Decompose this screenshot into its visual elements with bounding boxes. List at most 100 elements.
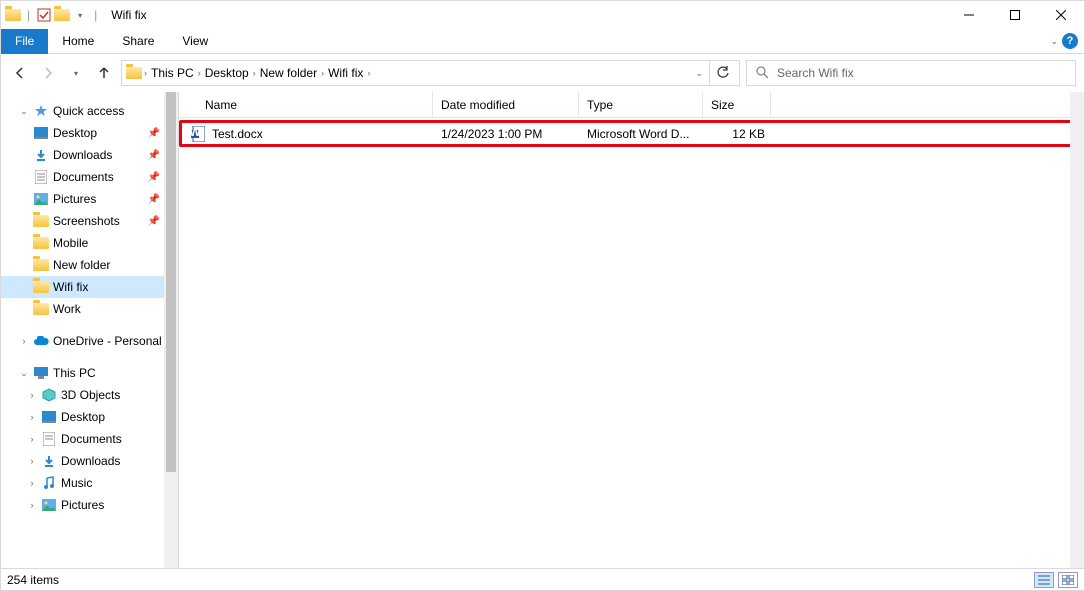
refresh-button[interactable] [709, 61, 735, 85]
tree-label: Documents [53, 170, 114, 184]
breadcrumb-new-folder[interactable]: New folder [258, 66, 319, 80]
up-button[interactable] [93, 62, 115, 84]
tree-label: Quick access [53, 104, 124, 118]
tab-share[interactable]: Share [108, 29, 168, 54]
breadcrumb-this-pc[interactable]: This PC [149, 66, 196, 80]
thumbnails-view-button[interactable] [1058, 572, 1078, 588]
tree-screenshots[interactable]: Screenshots 📌 [1, 210, 178, 232]
chevron-down-icon[interactable]: ⌄ [1050, 36, 1058, 47]
expand-icon[interactable]: › [27, 390, 37, 400]
maximize-button[interactable] [992, 1, 1038, 29]
tree-new-folder[interactable]: New folder [1, 254, 178, 276]
documents-icon [41, 431, 57, 447]
forward-button[interactable] [37, 62, 59, 84]
expand-icon[interactable]: › [27, 434, 37, 444]
column-date[interactable]: Date modified [433, 92, 579, 117]
svg-text:W: W [191, 126, 201, 139]
chevron-right-icon[interactable]: › [367, 68, 370, 78]
folder-icon [5, 7, 21, 23]
navigation-bar: ▾ › This PC › Desktop › New folder › Wif… [1, 54, 1084, 92]
tree-onedrive[interactable]: › OneDrive - Personal [1, 330, 178, 352]
tree-downloads-pc[interactable]: › Downloads [1, 450, 178, 472]
folder-icon [33, 279, 49, 295]
tree-wifi-fix[interactable]: Wifi fix [1, 276, 178, 298]
search-input[interactable]: Search Wifi fix [746, 60, 1076, 86]
tree-mobile[interactable]: Mobile [1, 232, 178, 254]
details-view-button[interactable] [1034, 572, 1054, 588]
chevron-right-icon[interactable]: › [144, 68, 147, 78]
file-tab[interactable]: File [1, 29, 48, 54]
tree-work[interactable]: Work [1, 298, 178, 320]
tree-label: Wifi fix [53, 280, 88, 294]
file-size: 12 KB [703, 127, 765, 141]
collapse-icon[interactable]: ⌄ [19, 106, 29, 117]
column-name[interactable]: Name [179, 92, 433, 117]
close-button[interactable] [1038, 1, 1084, 29]
separator: | [27, 8, 30, 22]
tree-pictures[interactable]: Pictures 📌 [1, 188, 178, 210]
scrollbar[interactable] [164, 92, 178, 568]
tab-home[interactable]: Home [48, 29, 108, 54]
tree-3d-objects[interactable]: › 3D Objects [1, 384, 178, 406]
tree-label: Pictures [61, 498, 104, 512]
chevron-down-icon[interactable]: ⌄ [695, 68, 703, 79]
expand-icon[interactable]: › [27, 412, 37, 422]
recent-locations-button[interactable]: ▾ [65, 62, 87, 84]
folder-icon [33, 235, 49, 251]
file-name: Test.docx [212, 127, 263, 141]
file-type: Microsoft Word D... [579, 127, 703, 141]
navigation-pane: ⌄ Quick access Desktop 📌 Downloads 📌 Doc… [1, 92, 179, 568]
back-button[interactable] [9, 62, 31, 84]
tree-label: Screenshots [53, 214, 120, 228]
column-type[interactable]: Type [579, 92, 703, 117]
tree-desktop[interactable]: Desktop 📌 [1, 122, 178, 144]
tree-label: Downloads [53, 148, 112, 162]
chevron-down-icon[interactable]: ▾ [72, 7, 88, 23]
expand-icon[interactable]: › [19, 336, 29, 346]
column-headers: Name Date modified Type Size [179, 92, 1084, 118]
tree-pictures-pc[interactable]: › Pictures [1, 494, 178, 516]
folder-icon [126, 65, 142, 81]
ribbon: File Home Share View ⌄ ? [1, 29, 1084, 54]
highlighted-annotation: W Test.docx 1/24/2023 1:00 PM Microsoft … [179, 120, 1080, 147]
tree-this-pc[interactable]: ⌄ This PC [1, 362, 178, 384]
status-item-count: 254 items [7, 573, 59, 587]
minimize-button[interactable] [946, 1, 992, 29]
properties-icon[interactable] [36, 7, 52, 23]
scrollbar[interactable] [1070, 92, 1084, 568]
tree-music[interactable]: › Music [1, 472, 178, 494]
search-icon [755, 65, 769, 82]
breadcrumb-wifi-fix[interactable]: Wifi fix [326, 66, 365, 80]
pin-icon: 📌 [148, 194, 160, 205]
tree-quick-access[interactable]: ⌄ Quick access [1, 100, 178, 122]
chevron-right-icon[interactable]: › [321, 68, 324, 78]
music-icon [41, 475, 57, 491]
tree-label: OneDrive - Personal [53, 334, 162, 348]
collapse-icon[interactable]: ⌄ [19, 368, 29, 379]
cube-icon [41, 387, 57, 403]
tab-view[interactable]: View [168, 29, 222, 54]
expand-icon[interactable]: › [27, 456, 37, 466]
documents-icon [33, 169, 49, 185]
expand-icon[interactable]: › [27, 500, 37, 510]
column-size[interactable]: Size [703, 92, 771, 117]
breadcrumb-desktop[interactable]: Desktop [203, 66, 251, 80]
tree-desktop-pc[interactable]: › Desktop [1, 406, 178, 428]
folder-icon [54, 7, 70, 23]
tree-label: New folder [53, 258, 110, 272]
expand-icon[interactable]: › [27, 478, 37, 488]
tree-documents-pc[interactable]: › Documents [1, 428, 178, 450]
tree-label: Music [61, 476, 92, 490]
chevron-right-icon[interactable]: › [253, 68, 256, 78]
file-row[interactable]: W Test.docx 1/24/2023 1:00 PM Microsoft … [182, 123, 1077, 144]
help-icon[interactable]: ? [1062, 33, 1078, 49]
chevron-right-icon[interactable]: › [198, 68, 201, 78]
computer-icon [33, 365, 49, 381]
status-bar: 254 items [1, 568, 1084, 590]
tree-documents[interactable]: Documents 📌 [1, 166, 178, 188]
tree-label: Pictures [53, 192, 96, 206]
address-bar[interactable]: › This PC › Desktop › New folder › Wifi … [121, 60, 740, 86]
tree-label: This PC [53, 366, 96, 380]
folder-icon [33, 257, 49, 273]
tree-downloads[interactable]: Downloads 📌 [1, 144, 178, 166]
